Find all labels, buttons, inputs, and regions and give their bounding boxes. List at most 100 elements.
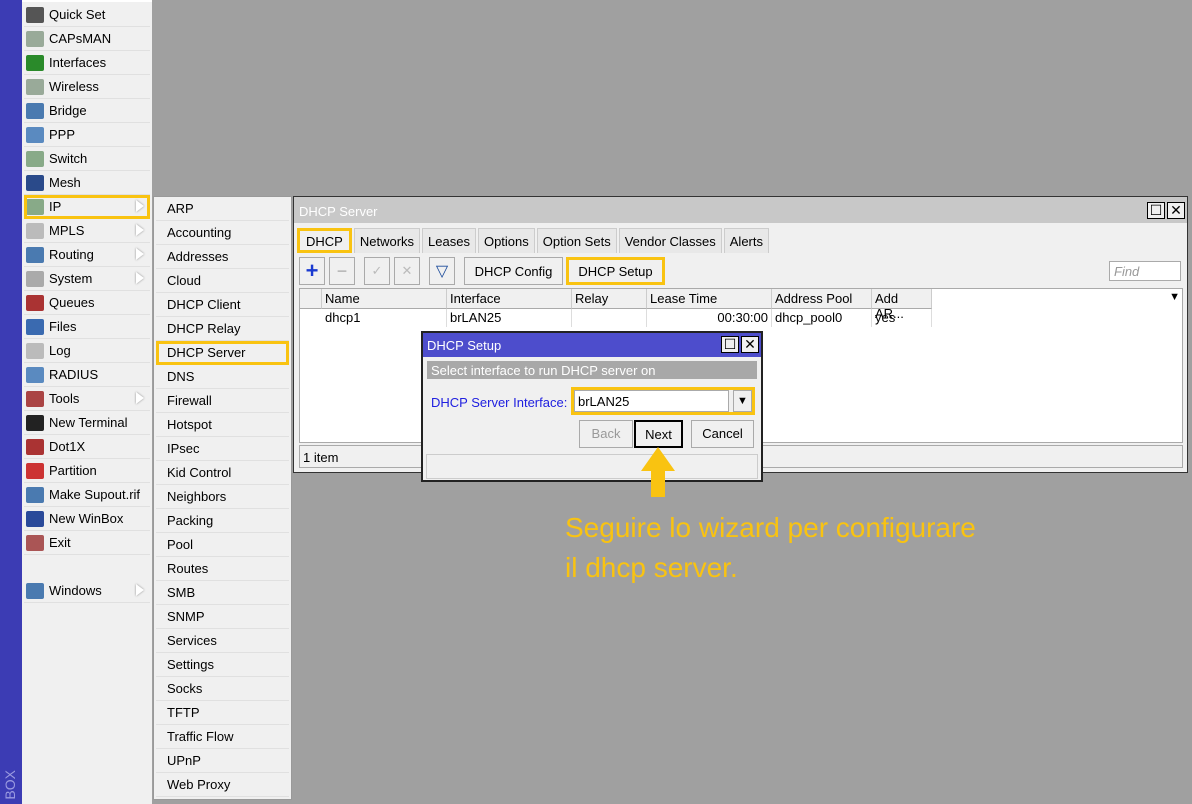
menu-item-mpls[interactable]: MPLS — [24, 219, 150, 243]
menu-item-exit[interactable]: Exit — [24, 531, 150, 555]
submenu-item-routes[interactable]: Routes — [156, 557, 289, 581]
menu-item-windows[interactable]: Windows — [24, 579, 150, 603]
x-icon: ✕ — [401, 263, 413, 278]
tab-networks[interactable]: Networks — [353, 228, 421, 253]
menu-item-quick-set[interactable]: Quick Set — [24, 3, 150, 27]
menu-item-system[interactable]: System — [24, 267, 150, 291]
submenu-item-firewall[interactable]: Firewall — [156, 389, 289, 413]
submenu-item-kid-control[interactable]: Kid Control — [156, 461, 289, 485]
column-header-add-ar-[interactable]: Add AR... — [872, 289, 932, 321]
submenu-item-upnp[interactable]: UPnP — [156, 749, 289, 773]
table-cell[interactable]: dhcp1 — [322, 309, 447, 327]
tab-dhcp[interactable]: DHCP — [297, 228, 352, 253]
column-header-interface[interactable]: Interface — [447, 289, 572, 309]
cancel-button[interactable]: Cancel — [691, 420, 754, 448]
enable-button[interactable]: ✓ — [364, 257, 390, 285]
menu-item-switch[interactable]: Switch — [24, 147, 150, 171]
window-titlebar[interactable]: DHCP Server ☐ ✕ — [294, 197, 1187, 223]
filter-button[interactable]: ▽ — [429, 257, 455, 285]
menu-item-wireless[interactable]: Wireless — [24, 75, 150, 99]
submenu-item-smb[interactable]: SMB — [156, 581, 289, 605]
menu-item-tools[interactable]: Tools — [24, 387, 150, 411]
submenu-item-snmp[interactable]: SNMP — [156, 605, 289, 629]
submenu-item-web-proxy[interactable]: Web Proxy — [156, 773, 289, 797]
tab-options[interactable]: Options — [477, 228, 535, 253]
menu-item-new-winbox[interactable]: New WinBox — [24, 507, 150, 531]
remove-button[interactable]: − — [329, 257, 355, 285]
row-marker-header — [300, 289, 322, 309]
submenu-item-socks[interactable]: Socks — [156, 677, 289, 701]
submenu-item-services[interactable]: Services — [156, 629, 289, 653]
submenu-item-arp[interactable]: ARP — [156, 197, 289, 221]
maximize-icon[interactable]: ☐ — [721, 336, 739, 353]
submenu-item-neighbors[interactable]: Neighbors — [156, 485, 289, 509]
tab-option-sets[interactable]: Option Sets — [536, 228, 617, 253]
submenu-item-packing[interactable]: Packing — [156, 509, 289, 533]
dhcp-config-button[interactable]: DHCP Config — [464, 257, 563, 285]
next-button[interactable]: Next — [634, 420, 683, 448]
submenu-item-addresses[interactable]: Addresses — [156, 245, 289, 269]
menu-item-label: Quick Set — [49, 7, 106, 22]
quick-set-icon — [26, 6, 44, 23]
menu-item-new-terminal[interactable]: New Terminal — [24, 411, 150, 435]
menu-item-partition[interactable]: Partition — [24, 459, 150, 483]
column-header-lease-time[interactable]: Lease Time — [647, 289, 772, 309]
menu-item-ppp[interactable]: PPP — [24, 123, 150, 147]
ppp-icon — [26, 126, 44, 143]
menu-item-label: IP — [49, 199, 62, 214]
menu-item-files[interactable]: Files — [24, 315, 150, 339]
menu-item-label: Tools — [49, 391, 80, 406]
menu-item-dot1x[interactable]: Dot1X — [24, 435, 150, 459]
menu-item-capsman[interactable]: CAPsMAN — [24, 27, 150, 51]
submenu-item-tftp[interactable]: TFTP — [156, 701, 289, 725]
winbox-icon — [26, 510, 44, 527]
menu-item-radius[interactable]: RADIUS — [24, 363, 150, 387]
find-input[interactable]: Find — [1109, 261, 1181, 281]
table-cell[interactable] — [572, 309, 647, 327]
close-icon[interactable]: ✕ — [741, 336, 759, 353]
submenu-item-dhcp-relay[interactable]: DHCP Relay — [156, 317, 289, 341]
tab-vendor-classes[interactable]: Vendor Classes — [618, 228, 722, 253]
menu-item-interfaces[interactable]: Interfaces — [24, 51, 150, 75]
column-menu-icon[interactable]: ▼ — [1169, 291, 1180, 303]
menu-item-mesh[interactable]: Mesh — [24, 171, 150, 195]
submenu-item-dhcp-server[interactable]: DHCP Server — [156, 341, 289, 365]
submenu-item-hotspot[interactable]: Hotspot — [156, 413, 289, 437]
menu-item-label: Mesh — [49, 175, 81, 190]
submenu-item-dhcp-client[interactable]: DHCP Client — [156, 293, 289, 317]
table-cell[interactable]: brLAN25 — [447, 309, 572, 327]
menu-item-log[interactable]: Log — [24, 339, 150, 363]
close-icon[interactable]: ✕ — [1167, 202, 1185, 219]
dialog-titlebar[interactable]: DHCP Setup ☐ ✕ — [423, 333, 761, 357]
menu-item-routing[interactable]: Routing — [24, 243, 150, 267]
wireless-icon — [26, 78, 44, 95]
interface-select[interactable]: brLAN25 ▼ — [571, 387, 755, 415]
column-header-relay[interactable]: Relay — [572, 289, 647, 309]
menu-item-bridge[interactable]: Bridge — [24, 99, 150, 123]
submenu-item-cloud[interactable]: Cloud — [156, 269, 289, 293]
submenu-item-traffic-flow[interactable]: Traffic Flow — [156, 725, 289, 749]
menu-item-queues[interactable]: Queues — [24, 291, 150, 315]
table-cell[interactable]: 00:30:00 — [647, 309, 772, 327]
menu-item-make-supout-rif[interactable]: Make Supout.rif — [24, 483, 150, 507]
column-header-address-pool[interactable]: Address Pool — [772, 289, 872, 309]
submenu-item-accounting[interactable]: Accounting — [156, 221, 289, 245]
supout-icon — [26, 486, 44, 503]
submenu-item-pool[interactable]: Pool — [156, 533, 289, 557]
column-header-name[interactable]: Name — [322, 289, 447, 309]
menu-item-ip[interactable]: IP — [24, 195, 150, 219]
tab-alerts[interactable]: Alerts — [723, 228, 769, 253]
dropdown-arrow-icon[interactable]: ▼ — [733, 390, 752, 412]
back-button[interactable]: Back — [579, 420, 633, 448]
maximize-icon[interactable]: ☐ — [1147, 202, 1165, 219]
add-button[interactable]: + — [299, 257, 325, 285]
windows-icon — [26, 582, 44, 599]
dhcp-setup-button[interactable]: DHCP Setup — [566, 257, 665, 285]
table-cell[interactable]: dhcp_pool0 — [772, 309, 872, 327]
table-cell[interactable]: yes — [872, 309, 932, 327]
submenu-item-dns[interactable]: DNS — [156, 365, 289, 389]
submenu-item-settings[interactable]: Settings — [156, 653, 289, 677]
tab-leases[interactable]: Leases — [422, 228, 476, 253]
submenu-item-ipsec[interactable]: IPsec — [156, 437, 289, 461]
disable-button[interactable]: ✕ — [394, 257, 420, 285]
